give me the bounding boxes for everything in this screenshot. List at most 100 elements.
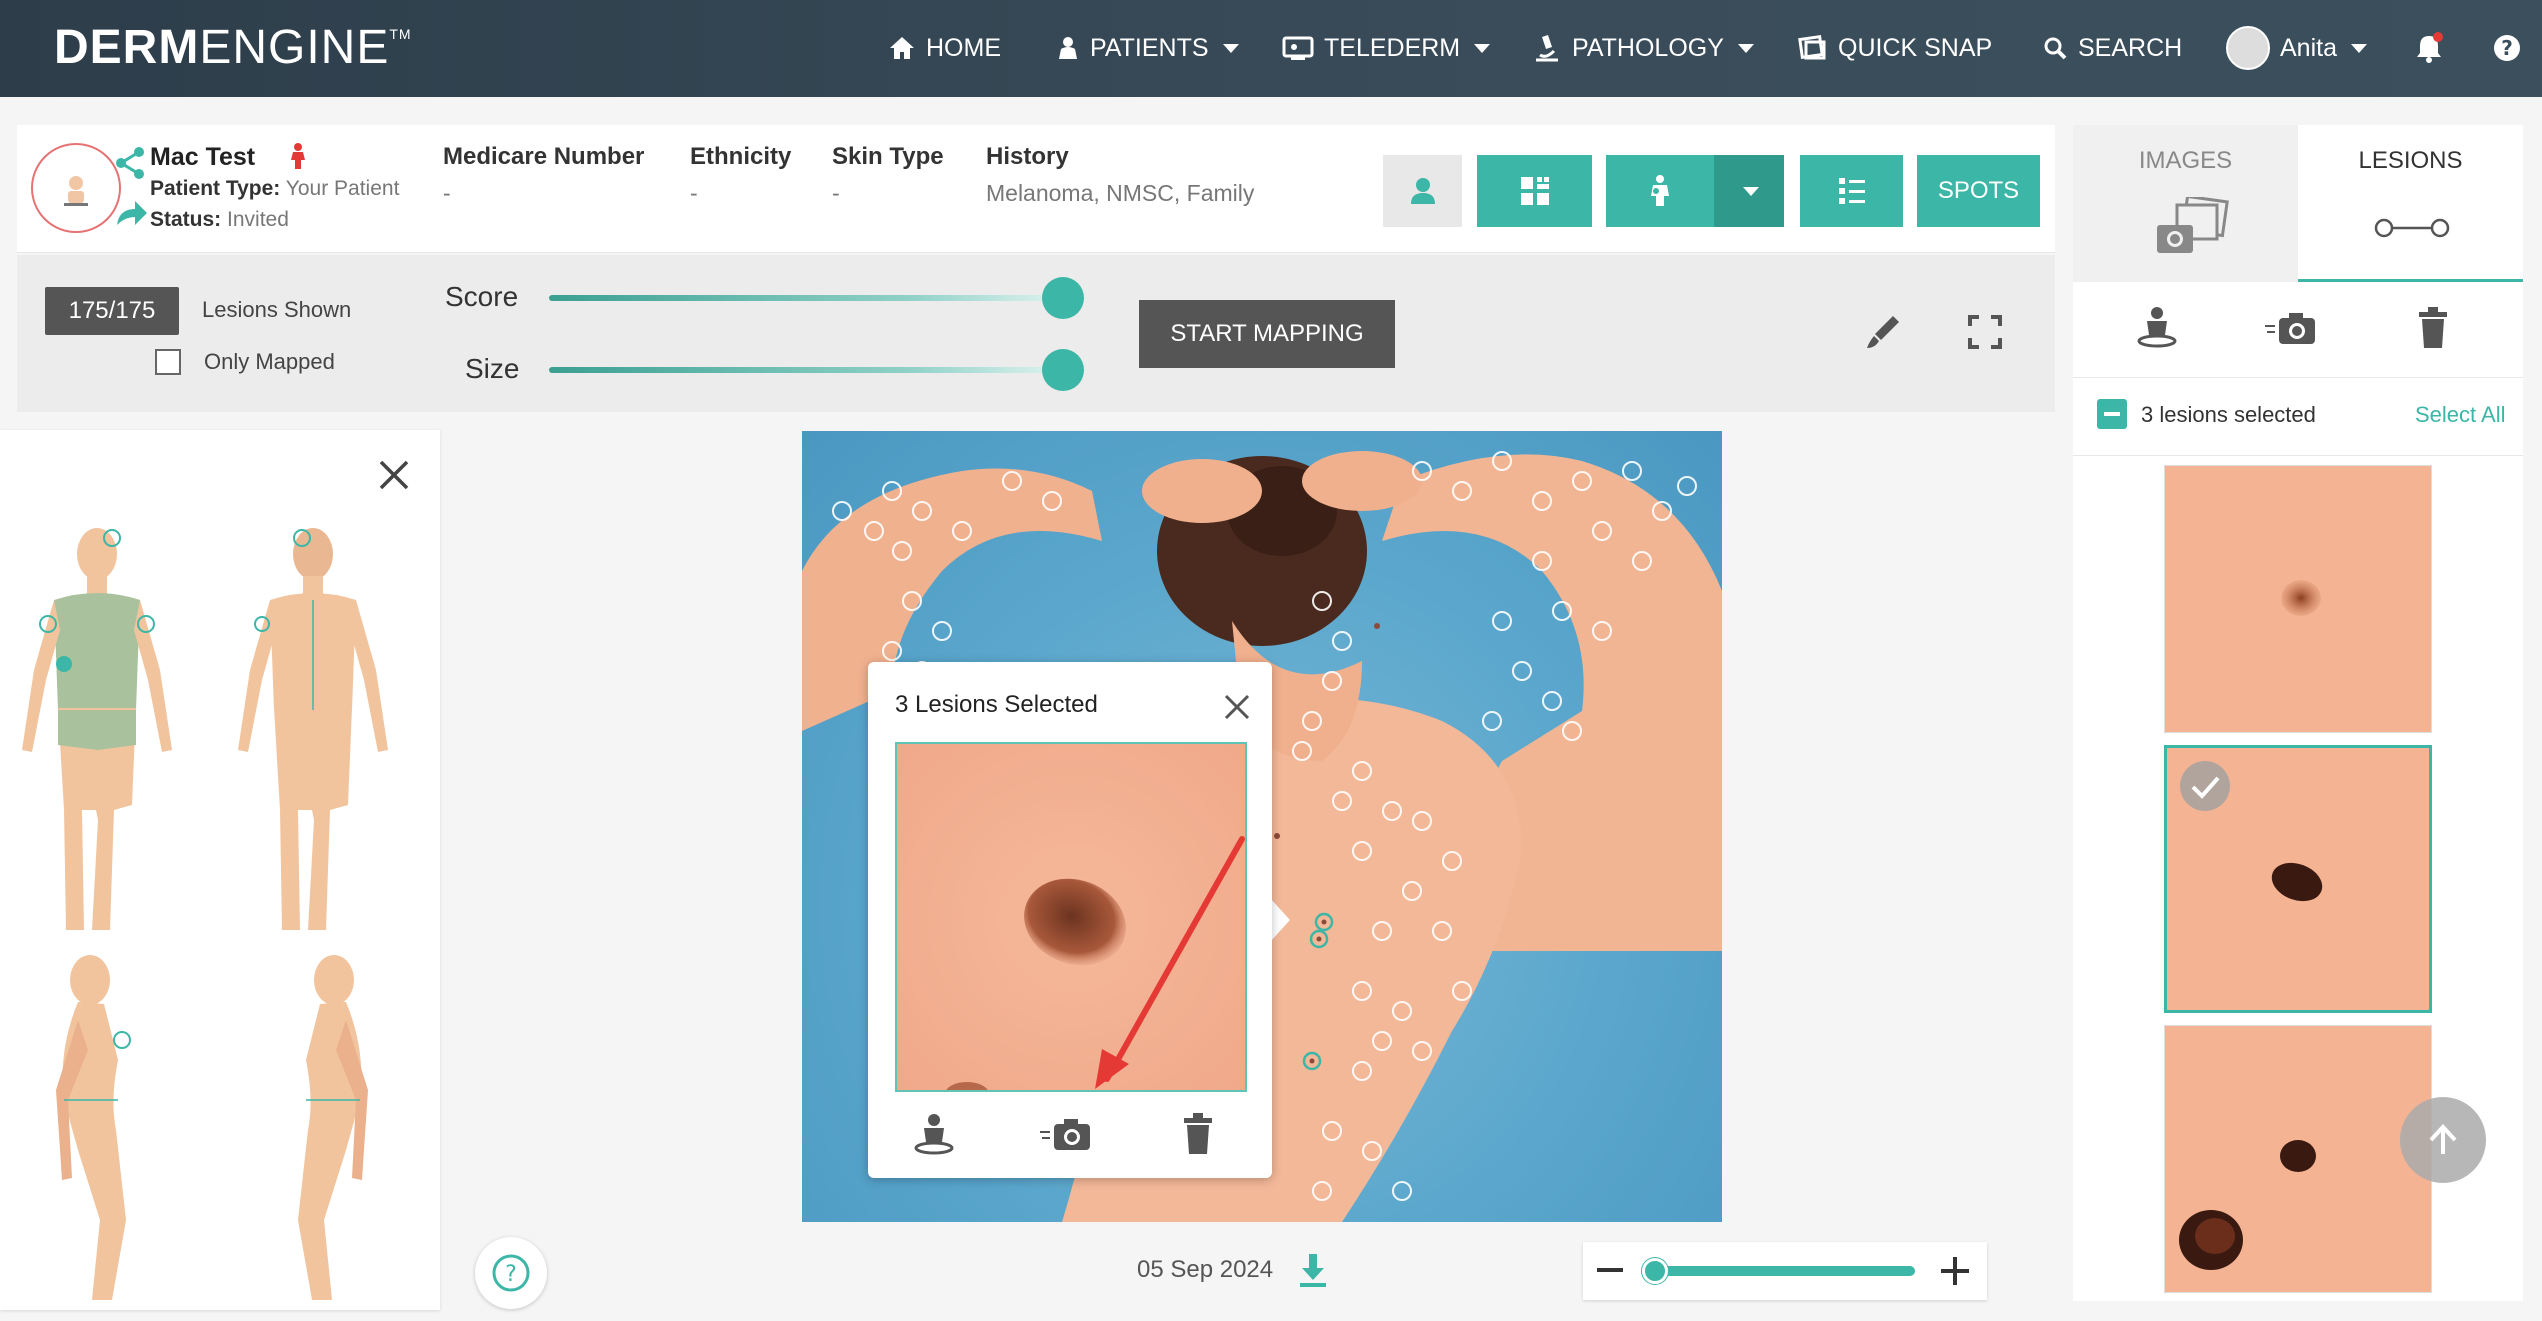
- user-avatar: [2226, 26, 2270, 70]
- select-all-checkbox-indeterminate[interactable]: [2097, 399, 2127, 429]
- lesion-thumbnail-selected[interactable]: [2164, 745, 2432, 1013]
- popup-title: 3 Lesions Selected: [895, 691, 1098, 718]
- tab-lesions-label: LESIONS: [2358, 147, 2463, 174]
- nav-search-label: SEARCH: [2078, 33, 2183, 62]
- forward-icon[interactable]: [113, 195, 149, 231]
- arrow-up-icon: [2429, 1124, 2457, 1154]
- lesions-selected-popup: 3 Lesions Selected: [868, 662, 1272, 1178]
- only-mapped-label: Only Mapped: [204, 349, 335, 374]
- grid-view-button[interactable]: [1477, 155, 1592, 227]
- nav-user-menu[interactable]: Anita: [2226, 26, 2367, 70]
- patients-icon: [1059, 37, 1077, 59]
- body-left-side-view[interactable]: [18, 950, 188, 1310]
- lesion-thumbnail[interactable]: [2164, 1025, 2432, 1293]
- patient-status: Status: Invited: [150, 208, 289, 232]
- history-label: History: [986, 143, 1069, 170]
- logo-light-text: ENGINE: [199, 21, 390, 74]
- patient-header-card: Mac Test Patient Type: Your Patient Stat…: [17, 125, 2055, 253]
- lesions-shown-label: Lesions Shown: [202, 297, 352, 322]
- chevron-down-icon: [1474, 43, 1491, 53]
- check-circle-icon: [2180, 761, 2230, 811]
- close-icon[interactable]: [1222, 692, 1252, 722]
- zoom-slider-track[interactable]: [1655, 1266, 1915, 1276]
- paintbrush-icon[interactable]: [1863, 312, 1903, 352]
- patient-avatar-icon: [64, 176, 88, 206]
- ethnicity-value: -: [690, 180, 698, 206]
- score-slider-handle[interactable]: [1042, 277, 1084, 319]
- patient-status-value: Invited: [227, 208, 289, 231]
- body-back-view[interactable]: [228, 520, 398, 940]
- list-view-button[interactable]: [1800, 155, 1903, 227]
- lesion-count-badge: 175/175: [45, 287, 179, 335]
- share-icon[interactable]: [113, 145, 149, 181]
- body-map-panel: [0, 430, 440, 1310]
- medicare-number-value: -: [443, 180, 451, 206]
- body-right-side-view[interactable]: [236, 950, 406, 1310]
- capture-image-icon[interactable]: [2263, 308, 2319, 348]
- close-icon[interactable]: [376, 457, 412, 493]
- top-navbar: DERMENGINETM HOME PATIENTS TELEDERM PATH…: [0, 0, 2542, 97]
- zoom-in-button[interactable]: [1941, 1257, 1969, 1285]
- nav-home[interactable]: HOME: [888, 28, 1001, 68]
- nav-patients-label: PATIENTS: [1090, 33, 1209, 62]
- help-circle-icon: ?: [2494, 35, 2520, 61]
- patient-name: Mac Test: [150, 143, 306, 172]
- patient-status-label: Status:: [150, 208, 222, 231]
- selected-count-text: 3 lesions selected: [2141, 402, 2316, 427]
- tab-images[interactable]: IMAGES: [2073, 125, 2298, 282]
- only-mapped-checkbox[interactable]: [155, 349, 181, 375]
- svg-text:?: ?: [505, 1262, 517, 1287]
- map-lesion-icon[interactable]: [912, 1112, 956, 1156]
- nav-search[interactable]: SEARCH: [2042, 28, 2182, 68]
- divider: [2073, 455, 2523, 456]
- home-icon: [890, 37, 914, 59]
- lesion-filter-bar: 175/175 Lesions Shown Only Mapped Score …: [17, 255, 2055, 412]
- scroll-to-top-button[interactable]: [2400, 1097, 2486, 1183]
- spots-button[interactable]: SPOTS: [1917, 155, 2040, 227]
- zoom-out-button[interactable]: [1597, 1268, 1623, 1272]
- tab-lesions[interactable]: LESIONS: [2298, 125, 2523, 282]
- patient-avatar[interactable]: [31, 143, 121, 233]
- chevron-down-icon: [1743, 186, 1759, 196]
- select-all-link[interactable]: Select All: [2415, 402, 2506, 428]
- help-nav-button[interactable]: ?: [2492, 28, 2522, 68]
- body-front-view[interactable]: [12, 520, 182, 940]
- body-map-dropdown[interactable]: [1714, 155, 1784, 227]
- tab-images-label: IMAGES: [2138, 147, 2233, 174]
- body-map-button[interactable]: [1606, 155, 1714, 227]
- nav-patients[interactable]: PATIENTS: [1054, 28, 1239, 68]
- nav-user-label: Anita: [2280, 33, 2337, 62]
- trash-icon[interactable]: [2415, 306, 2451, 350]
- dermengine-logo[interactable]: DERMENGINETM: [54, 20, 412, 75]
- popup-lesion-image[interactable]: [895, 742, 1247, 1092]
- zoom-slider-handle[interactable]: [1642, 1258, 1668, 1284]
- patient-type-value: Your Patient: [285, 177, 400, 200]
- trash-icon[interactable]: [1180, 1112, 1216, 1156]
- skin-type-value: -: [832, 180, 840, 206]
- nav-quick-snap[interactable]: QUICK SNAP: [1798, 28, 1992, 68]
- size-slider-handle[interactable]: [1042, 349, 1084, 391]
- score-slider-track[interactable]: [549, 295, 1063, 301]
- size-slider-track[interactable]: [549, 367, 1063, 373]
- help-button[interactable]: ?: [475, 1237, 547, 1309]
- patient-type: Patient Type: Your Patient: [150, 177, 399, 201]
- quick-snap-icon: [1798, 35, 1826, 60]
- nav-pathology[interactable]: PATHOLOGY: [1532, 28, 1754, 68]
- map-lesion-icon[interactable]: [2135, 305, 2179, 349]
- lesion-thumbnail[interactable]: [2164, 465, 2432, 733]
- start-mapping-button[interactable]: START MAPPING: [1139, 300, 1395, 368]
- search-icon: [2044, 37, 2067, 60]
- notifications-button[interactable]: [2414, 28, 2444, 68]
- body-map-icon: [1651, 175, 1669, 206]
- fullscreen-icon[interactable]: [1965, 312, 2005, 352]
- history-value: Melanoma, NMSC, Family: [986, 180, 1255, 206]
- chevron-down-icon: [1737, 43, 1754, 53]
- ethnicity-label: Ethnicity: [690, 143, 792, 170]
- lesion-closeup-illustration: [897, 744, 1245, 1090]
- nav-telederm[interactable]: TELEDERM: [1282, 28, 1491, 68]
- download-icon[interactable]: [1296, 1252, 1330, 1288]
- medicare-number-label: Medicare Number: [443, 143, 645, 170]
- patient-profile-button[interactable]: [1383, 155, 1462, 227]
- capture-image-icon[interactable]: [1038, 1114, 1094, 1154]
- telederm-icon: [1282, 36, 1314, 60]
